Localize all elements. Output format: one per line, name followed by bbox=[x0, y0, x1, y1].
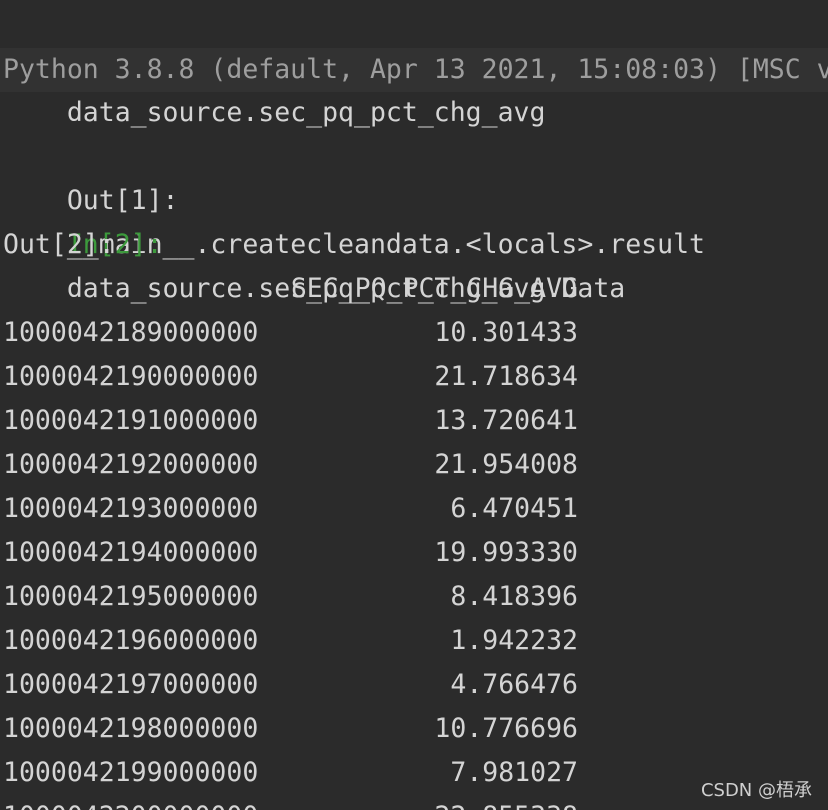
out1-line: Out[1]: __main__.createcleandata.<locals… bbox=[3, 135, 705, 260]
row-index: 1000042195000000 bbox=[3, 581, 259, 612]
row-value: 7.981027 bbox=[450, 757, 578, 788]
out2-label: Out[2]: bbox=[3, 229, 115, 260]
row-index: 1000042191000000 bbox=[3, 405, 259, 436]
row-value: 21.718634 bbox=[434, 361, 578, 392]
row-index: 1000042196000000 bbox=[3, 625, 259, 656]
row-value: 1.942232 bbox=[450, 625, 578, 656]
row-value: 19.993330 bbox=[434, 537, 578, 568]
row-value: 10.776696 bbox=[434, 713, 578, 744]
in2-line: In[2]: data_source.sec_pq_pct_chg_avg.Da… bbox=[3, 179, 625, 304]
row-index: 1000042193000000 bbox=[3, 493, 259, 524]
banner-text: Python 3.8.8 (default, Apr 13 2021, 15:0… bbox=[3, 54, 828, 85]
prompt-command: data_source.sec_pq_pct_chg_avg bbox=[66, 97, 546, 128]
row-value: 10.301433 bbox=[434, 317, 578, 348]
row-index: 1000042200000000 bbox=[3, 795, 263, 810]
row-index: 1000042192000000 bbox=[3, 449, 259, 480]
prompt-line: >>> data_source.sec_pq_pct_chg_avg bbox=[3, 3, 546, 128]
row-value: 8.418396 bbox=[450, 581, 578, 612]
python-version-banner: Python 3.8.8 (default, Apr 13 2021, 15:0… bbox=[0, 48, 828, 92]
row-index: 1000042199000000 bbox=[3, 757, 259, 788]
row-value: 21.954008 bbox=[434, 449, 578, 480]
row-index: 1000042189000000 bbox=[3, 317, 259, 348]
column-header: SEC_PQ_PCT_CHG_AVG bbox=[290, 273, 578, 304]
python-console[interactable]: >>> data_source.sec_pq_pct_chg_avg Pytho… bbox=[0, 0, 828, 810]
row-value: 6.470451 bbox=[450, 493, 578, 524]
row-value: 13.720641 bbox=[434, 405, 578, 436]
row-value: 22.855338 bbox=[330, 795, 578, 810]
row-value: 4.766476 bbox=[450, 669, 578, 700]
row-index: 1000042198000000 bbox=[3, 713, 259, 744]
row-index: 1000042197000000 bbox=[3, 669, 259, 700]
row-index: 1000042190000000 bbox=[3, 361, 259, 392]
csdn-watermark: CSDN @梧承 bbox=[700, 780, 812, 801]
row-index: 1000042194000000 bbox=[3, 537, 259, 568]
